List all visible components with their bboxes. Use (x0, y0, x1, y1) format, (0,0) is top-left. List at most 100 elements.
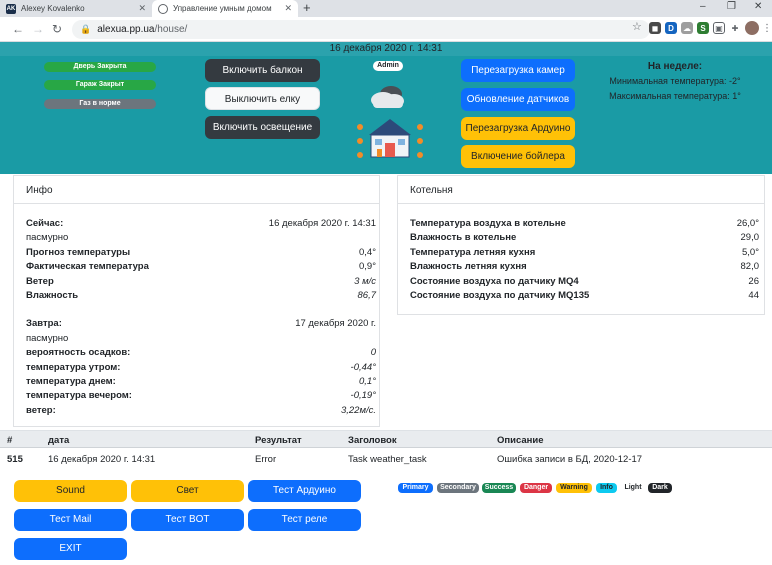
info-row: Влажность 86,7 (26, 289, 376, 303)
extension-icon[interactable]: ◼ (649, 22, 661, 34)
url-host: alexua.pp.ua (97, 24, 155, 35)
test-bot-button[interactable]: Тест BOT (131, 509, 244, 531)
info-card: Инфо Сейчас: 16 декабря 2020 г. 14:31 па… (13, 175, 380, 427)
smart-house-icon (357, 119, 423, 158)
boiler-row: Состояние воздуха по датчику MQ4 26 (410, 275, 759, 289)
info-card-title: Инфо (14, 176, 379, 204)
update-sensors-button[interactable]: Обновление датчиков (461, 88, 575, 111)
boiler-row-label: Влажность летняя кухня (410, 261, 527, 273)
exit-button[interactable]: EXIT (14, 538, 127, 560)
tab-title: Управление умным домом (173, 4, 272, 13)
log-id: 515 (7, 454, 23, 465)
boiler-card: Котельня Температура воздуха в котельне 2… (397, 175, 765, 315)
column-header: Результат (255, 435, 302, 446)
test-relay-button[interactable]: Тест реле (248, 509, 361, 531)
badge-info: Info (596, 483, 617, 493)
current-datetime: 16 декабря 2020 г. 14:31 (0, 42, 772, 56)
extension-icon[interactable]: D (665, 22, 677, 34)
tree-toggle-button[interactable]: Выключить елку (205, 87, 320, 110)
extension-icon[interactable]: S (697, 22, 709, 34)
boiler-row-value: 26 (748, 275, 759, 287)
boiler-row-value: 5,0° (741, 246, 759, 258)
kebab-menu-icon[interactable]: ⋮ (762, 22, 772, 36)
info-row-value: 3 м/с (354, 275, 376, 287)
new-tab-icon[interactable]: + (303, 1, 311, 15)
sound-button[interactable]: Sound (14, 480, 127, 502)
home-control-header: 16 декабря 2020 г. 14:31 Дверь Закрыта Г… (0, 42, 772, 174)
minimize-icon[interactable]: – (700, 1, 706, 12)
test-mail-button[interactable]: Тест Mail (14, 509, 127, 531)
boiler-row-value: 44 (748, 289, 759, 301)
column-header: # (7, 435, 13, 446)
info-row-value: -0,19° (350, 390, 376, 402)
reload-icon[interactable]: ↻ (52, 22, 62, 36)
info-row-value: 0,9° (358, 261, 376, 273)
browser-tab-profile[interactable]: AK Alexey Kovalenko ✕ (0, 0, 152, 17)
lighting-toggle-button[interactable]: Включить освещение (205, 116, 320, 139)
table-row: 515 16 декабря 2020 г. 14:31 Error Task … (0, 448, 772, 468)
table-header-row: # дата Результат Заголовок Описание (0, 430, 772, 448)
log-title: Task weather_task (348, 454, 427, 465)
boiler-row-label: Состояние воздуха по датчику MQ135 (410, 289, 590, 301)
info-row: температура вечером: -0,19° (26, 389, 376, 403)
boiler-row: Температура летняя кухня 5,0° (410, 246, 759, 260)
weekly-title: На неделе: (647, 61, 703, 72)
boiler-on-button[interactable]: Включение бойлера (461, 145, 575, 168)
lock-icon: 🔒 (80, 24, 92, 34)
avatar[interactable] (745, 21, 759, 35)
forward-icon[interactable]: → (32, 22, 44, 36)
info-row: температура днем: 0,1° (26, 375, 376, 389)
restore-icon[interactable]: ❐ (727, 1, 736, 12)
door-status-badge: Дверь Закрыта (44, 62, 156, 72)
weekly-forecast: На неделе: Минимальная температура: -2° … (590, 59, 760, 104)
badge-success: Success (482, 483, 516, 493)
extension-icon[interactable]: ▣ (713, 22, 725, 34)
info-row-value: 86,7 (357, 289, 377, 301)
info-row: Прогноз температуры 0,4° (26, 246, 376, 260)
info-row-label: температура днем: (26, 375, 116, 387)
window-close-icon[interactable]: ✕ (754, 1, 762, 12)
tomorrow-condition-row: пасмурно (26, 332, 376, 346)
column-header: дата (48, 435, 70, 446)
close-icon[interactable]: ✕ (138, 3, 146, 14)
info-row-value: 0,4° (358, 246, 376, 258)
info-card-body: Сейчас: 16 декабря 2020 г. 14:31 пасмурн… (14, 204, 379, 418)
profile-favicon-icon: AK (6, 3, 16, 14)
restart-arduino-button[interactable]: Перезагрузка Ардуино (461, 117, 575, 140)
info-row-value: 0,1° (358, 375, 376, 387)
test-arduino-button[interactable]: Тест Ардуино (248, 480, 361, 502)
info-row-label: Прогноз температуры (26, 246, 131, 258)
log-description: Ошибка записи в БД, 2020-12-17 (497, 454, 643, 465)
weekly-max-temp: Максимальная температура: 1° (609, 91, 741, 101)
puzzle-icon[interactable]: ✚ (729, 22, 741, 34)
badge-primary: Primary (398, 483, 433, 493)
garage-status-badge: Гараж Закрыт (44, 80, 156, 90)
address-bar[interactable]: 🔒 alexua.pp.ua /house/ (72, 20, 650, 39)
info-row-label: Ветер (26, 275, 54, 287)
balcony-toggle-button[interactable]: Включить балкон (205, 59, 320, 82)
bookmark-star-icon[interactable]: ☆ (632, 20, 642, 33)
close-icon[interactable]: ✕ (284, 3, 292, 14)
restart-cameras-button[interactable]: Перезагрузка камер (461, 59, 575, 82)
light-button[interactable]: Свет (131, 480, 244, 502)
info-row-label: вероятность осадков: (26, 347, 131, 359)
browser-tab-smart-home[interactable]: Управление умным домом ✕ (152, 0, 298, 17)
boiler-row-label: Температура воздуха в котельне (410, 218, 566, 229)
info-row: Ветер 3 м/с (26, 275, 376, 289)
info-row-label: температура вечером: (26, 390, 132, 402)
boiler-row-label: Влажность в котельне (410, 232, 517, 244)
badge-secondary: Secondary (437, 483, 479, 493)
log-result: Error (255, 454, 277, 465)
info-row: ветер: 3,22м/с. (26, 404, 376, 418)
back-icon[interactable]: ← (12, 22, 24, 36)
column-header: Заголовок (348, 435, 397, 446)
boiler-row: Влажность летняя кухня 82,0 (410, 260, 759, 274)
info-row: Фактическая температура 0,9° (26, 260, 376, 274)
cloud-extension-icon[interactable]: ☁ (681, 22, 693, 34)
boiler-card-body: Температура воздуха в котельне 26,0° Влаж… (398, 204, 764, 303)
column-header: Описание (497, 435, 544, 446)
boiler-row: Состояние воздуха по датчику MQ135 44 (410, 289, 759, 303)
info-row-value: 0 (370, 347, 376, 359)
tab-title: Alexey Kovalenko (21, 4, 85, 13)
boiler-row-value: 26,0° (736, 218, 759, 229)
